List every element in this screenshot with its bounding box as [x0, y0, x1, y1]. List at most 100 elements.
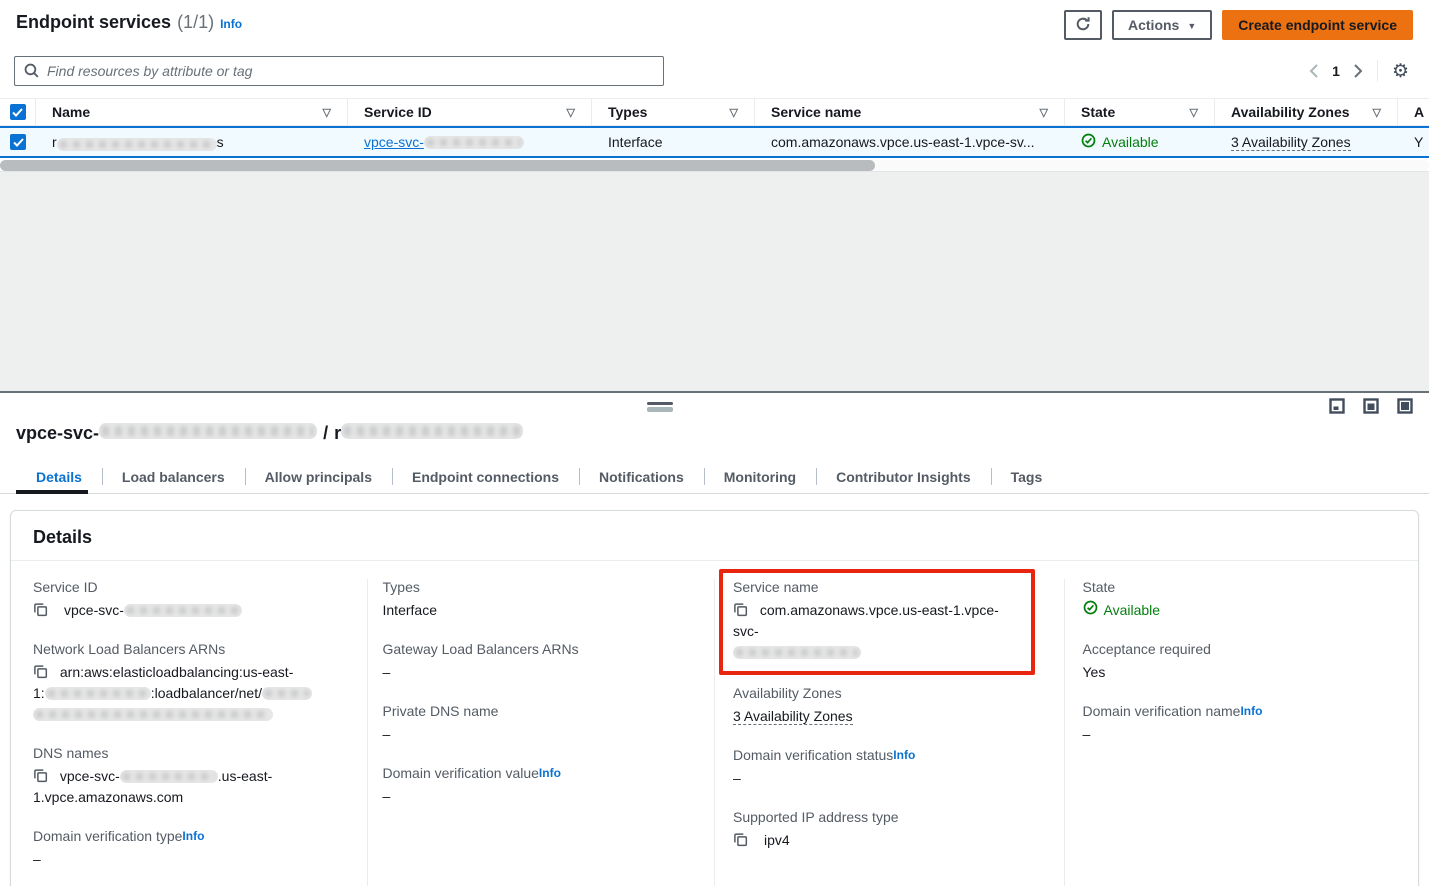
field-domain-verification-status: Domain verification status Info –	[733, 747, 1042, 789]
redacted-text	[99, 423, 317, 439]
pagination-prev-icon[interactable]	[1309, 64, 1318, 78]
page-title: Endpoint services	[16, 12, 171, 33]
info-link[interactable]: Info	[182, 829, 204, 843]
scrollbar-thumb[interactable]	[0, 160, 875, 171]
filter-icon[interactable]: ▽	[730, 106, 738, 119]
field-domain-verification-type: Domain verification type Info –	[33, 828, 345, 870]
column-header-availability-zones[interactable]: Availability Zones ▽	[1215, 99, 1398, 125]
field-service-id: Service ID vpce-svc-	[33, 579, 345, 621]
info-link[interactable]: Info	[893, 748, 915, 762]
preferences-gear-icon[interactable]: ⚙	[1392, 62, 1409, 81]
search-icon	[23, 62, 40, 82]
tab-endpoint-connections[interactable]: Endpoint connections	[392, 460, 579, 493]
select-all-checkbox[interactable]	[10, 104, 26, 120]
split-panel-drag-handle[interactable]	[647, 402, 673, 412]
copy-icon[interactable]	[733, 832, 748, 853]
status-badge: Available	[1083, 600, 1397, 621]
split-panel: vpce-svc- / r Details Load balancers All…	[0, 391, 1429, 884]
filter-icon[interactable]: ▽	[323, 106, 331, 119]
availability-zones-link[interactable]: 3 Availability Zones	[733, 708, 853, 725]
cell-service-name: com.amazonaws.vpce.us-east-1.vpce-sv...	[755, 128, 1065, 156]
column-header-overflow[interactable]: A	[1398, 99, 1429, 125]
info-link[interactable]: Info	[539, 766, 561, 780]
actions-button-label: Actions	[1128, 17, 1179, 33]
status-available-icon	[1083, 600, 1098, 621]
endpoint-services-table: Name ▽ Service ID ▽ Types ▽ Service name…	[0, 98, 1429, 171]
tab-contributor-insights[interactable]: Contributor Insights	[816, 460, 991, 493]
copy-icon[interactable]	[33, 602, 48, 623]
redacted-text	[57, 138, 217, 151]
copy-icon[interactable]	[33, 666, 52, 682]
redacted-text	[124, 604, 242, 617]
table-row[interactable]: rs vpce-svc- Interface com.amazonaws.vpc…	[0, 126, 1429, 158]
field-service-name: Service name com.amazonaws.vpce.us-east-…	[733, 579, 1021, 663]
endpoint-services-page: Endpoint services (1/1) Info Actions ▼ C…	[0, 0, 1429, 884]
split-panel-tabs: Details Load balancers Allow principals …	[0, 460, 1429, 494]
field-glb-arns: Gateway Load Balancers ARNs –	[383, 641, 693, 683]
column-header-types[interactable]: Types ▽	[592, 99, 755, 125]
details-card-heading: Details	[33, 527, 1396, 548]
status-badge: Available	[1081, 133, 1159, 151]
service-id-link[interactable]: vpce-svc-	[364, 134, 524, 150]
row-checkbox[interactable]	[10, 134, 26, 150]
redacted-text	[262, 687, 312, 700]
tab-tags[interactable]: Tags	[991, 460, 1063, 493]
copy-icon[interactable]	[733, 604, 752, 620]
panel-size-full-icon[interactable]	[1397, 398, 1413, 414]
horizontal-scrollbar[interactable]	[0, 160, 1429, 171]
pagination-current-page[interactable]: 1	[1332, 63, 1340, 79]
info-link[interactable]: Info	[1240, 704, 1262, 718]
tab-details[interactable]: Details	[16, 460, 102, 493]
field-supported-ip-type: Supported IP address type ipv4	[733, 809, 1042, 851]
panel-size-half-icon[interactable]	[1363, 398, 1379, 414]
cell-availability-zones: 3 Availability Zones	[1215, 128, 1398, 156]
details-card: Details Service ID vpce-svc-	[10, 510, 1419, 886]
service-name-highlight-box: Service name com.amazonaws.vpce.us-east-…	[719, 569, 1035, 675]
pagination-next-icon[interactable]	[1354, 64, 1363, 78]
cell-types: Interface	[592, 128, 755, 156]
search-input[interactable]	[14, 56, 664, 86]
column-header-state[interactable]: State ▽	[1065, 99, 1215, 125]
filter-icon[interactable]: ▽	[1040, 106, 1048, 119]
create-endpoint-service-button[interactable]: Create endpoint service	[1222, 10, 1413, 40]
divider	[1377, 60, 1378, 82]
table-section: Endpoint services (1/1) Info Actions ▼ C…	[0, 0, 1429, 171]
title-info-link[interactable]: Info	[220, 17, 242, 31]
availability-zones-link[interactable]: 3 Availability Zones	[1231, 134, 1351, 151]
column-header-service-id[interactable]: Service ID ▽	[348, 99, 592, 125]
copy-icon[interactable]	[33, 770, 52, 786]
field-domain-verification-value: Domain verification value Info –	[383, 765, 693, 807]
redacted-text	[120, 770, 218, 783]
content-background	[0, 171, 1429, 391]
field-state: State Available	[1083, 579, 1397, 621]
field-domain-verification-name: Domain verification name Info –	[1083, 703, 1397, 745]
filter-icon[interactable]: ▽	[567, 106, 575, 119]
tab-load-balancers[interactable]: Load balancers	[102, 460, 245, 493]
redacted-text	[424, 136, 524, 149]
redacted-text	[45, 687, 151, 700]
refresh-button[interactable]	[1064, 10, 1102, 40]
tab-monitoring[interactable]: Monitoring	[704, 460, 816, 493]
panel-size-small-icon[interactable]	[1329, 398, 1345, 414]
filter-icon[interactable]: ▽	[1373, 106, 1381, 119]
create-button-label: Create endpoint service	[1238, 17, 1397, 33]
caret-down-icon: ▼	[1187, 21, 1196, 31]
redacted-text	[733, 646, 861, 659]
actions-button[interactable]: Actions ▼	[1112, 10, 1212, 40]
cell-name: rs	[36, 128, 348, 156]
cell-state: Available	[1065, 128, 1215, 156]
column-header-service-name[interactable]: Service name ▽	[755, 99, 1065, 125]
tab-allow-principals[interactable]: Allow principals	[245, 460, 392, 493]
search-box	[14, 56, 664, 86]
column-header-name[interactable]: Name ▽	[36, 99, 348, 125]
cell-overflow: Y	[1398, 128, 1429, 156]
redacted-text	[33, 708, 273, 721]
filter-icon[interactable]: ▽	[1190, 106, 1198, 119]
field-dns-names: DNS names vpce-svc-.us-east- 1.vpce.amaz…	[33, 745, 345, 808]
tab-notifications[interactable]: Notifications	[579, 460, 704, 493]
page-title-line: Endpoint services (1/1) Info	[16, 10, 242, 33]
split-panel-title: vpce-svc- / r	[0, 393, 1429, 444]
cell-service-id: vpce-svc-	[348, 128, 592, 156]
field-acceptance-required: Acceptance required Yes	[1083, 641, 1397, 683]
redacted-text	[341, 423, 523, 439]
